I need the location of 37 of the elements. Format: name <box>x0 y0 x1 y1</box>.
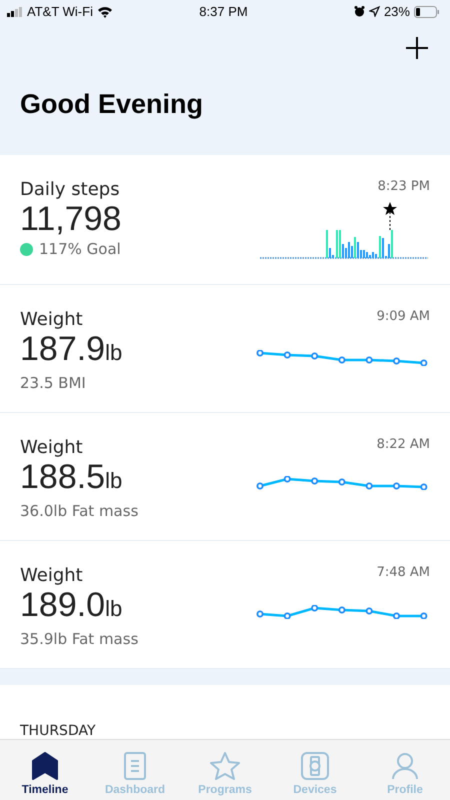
alarm-icon <box>354 6 365 18</box>
card-title: Weight <box>20 565 84 586</box>
card-title: Daily steps <box>20 179 121 200</box>
greeting-title: Good Evening <box>20 89 204 120</box>
location-icon <box>368 6 380 18</box>
card-detail: 36.0lb Fat mass <box>20 502 138 520</box>
card-value: 187.9lb <box>20 330 122 370</box>
timeline-card[interactable]: Weight 189.0lb 35.9lb Fat mass 7:48 AM <box>0 541 450 670</box>
wifi-icon <box>96 6 113 18</box>
timeline-card[interactable]: Weight 187.9lb 23.5 BMI 9:09 AM <box>0 285 450 414</box>
card-title: Weight <box>20 309 84 330</box>
person-icon <box>392 752 418 780</box>
battery-icon <box>414 6 440 18</box>
chevron-icon <box>32 752 58 780</box>
timeline-card[interactable]: Daily steps 11,798 117% Goal 8:23 PM <box>0 155 450 286</box>
card-value: 11,798 <box>20 200 122 238</box>
card-value: 188.5lb <box>20 458 124 498</box>
watch-icon <box>301 752 329 780</box>
day-heading: THURSDAY <box>20 722 96 739</box>
carrier-label: AT&T Wi-Fi <box>27 4 93 20</box>
battery-percent: 23% <box>384 4 410 20</box>
card-time: 9:09 AM <box>376 309 430 324</box>
card-detail: 23.5 BMI <box>20 374 86 392</box>
clock-time: 8:37 PM <box>199 4 248 20</box>
tab-bar-item[interactable]: Timeline <box>0 740 90 800</box>
star-icon <box>210 752 240 780</box>
add-icon[interactable] <box>406 37 428 60</box>
card-value: 189.0lb <box>20 586 124 626</box>
card-detail: 117% Goal <box>39 240 121 258</box>
card-time: 8:23 PM <box>378 179 430 194</box>
card-time: 8:22 AM <box>376 437 430 452</box>
card-time: 7:48 AM <box>376 565 430 580</box>
signal-icon <box>7 6 23 17</box>
card-detail: 35.9lb Fat mass <box>20 630 138 648</box>
document-icon <box>124 752 146 780</box>
timeline-card[interactable]: Weight 188.5lb 36.0lb Fat mass 8:22 AM <box>0 413 450 542</box>
card-title: Weight <box>20 437 84 458</box>
